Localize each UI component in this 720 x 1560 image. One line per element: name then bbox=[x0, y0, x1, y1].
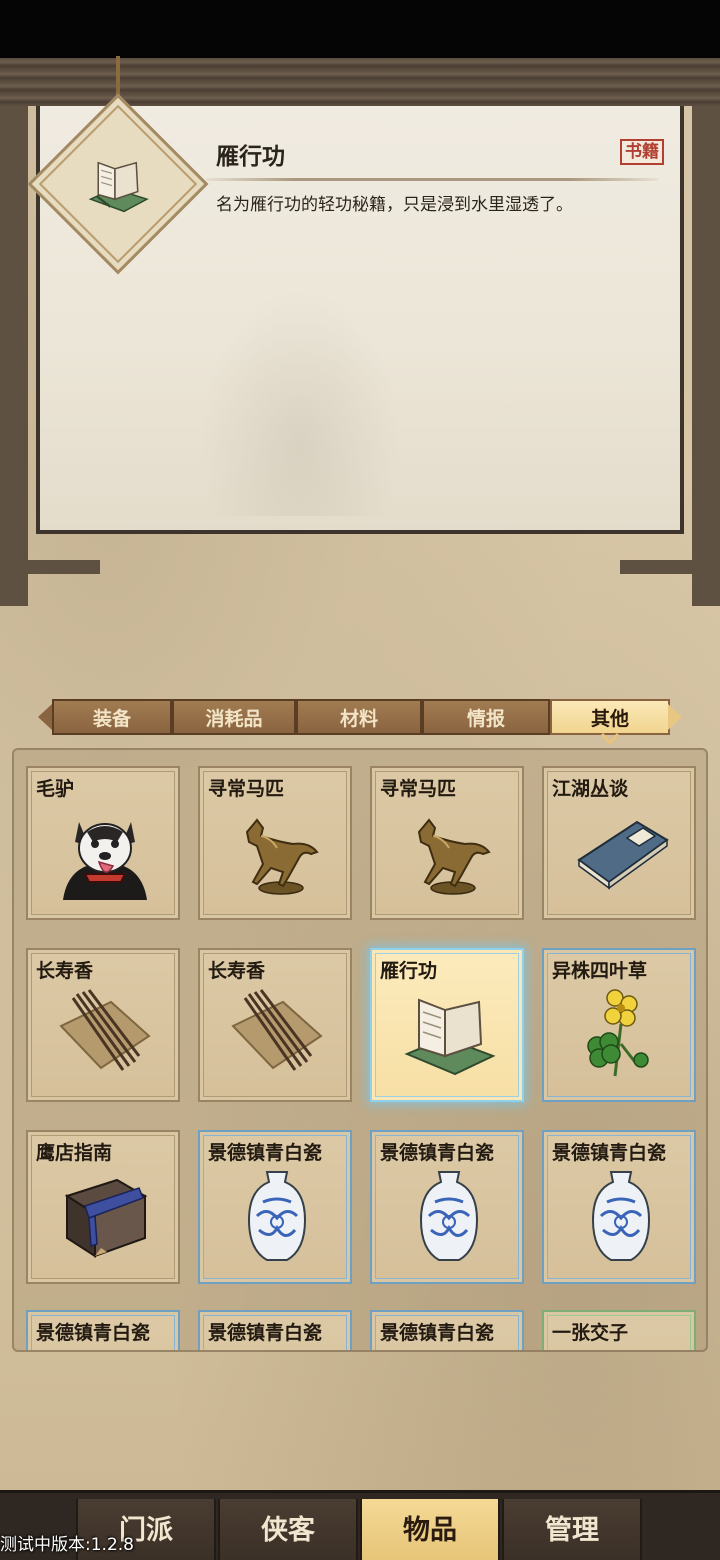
bronze-horse-icon bbox=[245, 818, 319, 895]
item-name: 雁行功 bbox=[380, 960, 438, 982]
blue-book-icon bbox=[577, 820, 669, 890]
inventory-slot[interactable]: 异株四叶草 bbox=[542, 948, 696, 1102]
inventory-slot[interactable]: 景德镇青白瓷 bbox=[198, 1130, 352, 1284]
item-name: 江湖丛谈 bbox=[552, 778, 629, 800]
clover-icon bbox=[587, 989, 649, 1077]
item-name: 景德镇青白瓷 bbox=[380, 1142, 495, 1164]
lattice-right bbox=[698, 250, 720, 410]
inventory-slot[interactable]: 江湖丛谈 bbox=[542, 766, 696, 920]
inventory-slot[interactable]: 寻常马匹 bbox=[370, 766, 524, 920]
item-name: 寻常马匹 bbox=[208, 778, 285, 800]
roof-beam bbox=[0, 58, 720, 106]
inventory-slot[interactable]: 长寿香 bbox=[26, 948, 180, 1102]
porcelain-vase-icon bbox=[591, 1171, 651, 1261]
tab-intel[interactable]: 情报 bbox=[422, 699, 550, 735]
bronze-horse-icon bbox=[417, 818, 491, 895]
item-name: 异株四叶草 bbox=[552, 960, 648, 982]
version-label: 测试中版本:1.2.8 bbox=[0, 1535, 134, 1555]
incense-icon bbox=[231, 989, 323, 1071]
tab-equipment[interactable]: 装备 bbox=[52, 699, 172, 735]
book-icon bbox=[88, 161, 149, 213]
guidebook-icon bbox=[64, 1178, 148, 1258]
item-description: 名为雁行功的轻功秘籍，只是浸到水里湿透了。 bbox=[216, 195, 573, 215]
porcelain-vase-icon bbox=[419, 1171, 479, 1261]
item-name: 鹰店指南 bbox=[36, 1142, 113, 1164]
nav-heroes[interactable]: 侠客 bbox=[218, 1499, 358, 1560]
open-book-icon bbox=[404, 998, 496, 1076]
incense-icon bbox=[59, 989, 151, 1071]
nav-items[interactable]: 物品 bbox=[360, 1499, 500, 1560]
inventory-slot[interactable]: 景德镇青白瓷 bbox=[370, 1310, 524, 1350]
item-name: 毛驴 bbox=[36, 778, 75, 800]
item-name: 长寿香 bbox=[36, 960, 94, 982]
item-name: 景德镇青白瓷 bbox=[36, 1322, 151, 1344]
item-name: 寻常马匹 bbox=[380, 778, 457, 800]
inventory-slot[interactable]: 长寿香 bbox=[198, 948, 352, 1102]
active-tab-pointer-icon bbox=[600, 733, 620, 745]
husky-donkey-icon bbox=[63, 822, 147, 900]
tab-scroll-right-arrow bbox=[668, 704, 682, 730]
tab-consumables[interactable]: 消耗品 bbox=[172, 699, 296, 735]
item-name: 景德镇青白瓷 bbox=[208, 1322, 323, 1344]
inventory-slot[interactable]: 景德镇青白瓷 bbox=[370, 1130, 524, 1284]
frame-bracket-right bbox=[620, 560, 720, 574]
lattice-left bbox=[0, 250, 22, 410]
inventory-slot[interactable]: 鹰店指南 bbox=[26, 1130, 180, 1284]
inventory-slot[interactable]: 一张交子 bbox=[542, 1310, 696, 1350]
inventory-slot[interactable]: 寻常马匹 bbox=[198, 766, 352, 920]
inventory-slot[interactable]: 景德镇青白瓷 bbox=[198, 1310, 352, 1350]
inventory-slot[interactable]: 毛驴 bbox=[26, 766, 180, 920]
frame-bracket-left bbox=[0, 560, 100, 574]
inventory-grid: 毛驴 寻常马匹 寻常马匹 江湖丛谈 长寿香 长寿香 雁行功 异株四叶草 鹰店指南… bbox=[12, 748, 708, 1352]
category-tabs: 装备 消耗品 材料 情报 其他 bbox=[38, 699, 682, 735]
item-name: 长寿香 bbox=[208, 960, 266, 982]
nav-manage[interactable]: 管理 bbox=[502, 1499, 642, 1560]
tab-other[interactable]: 其他 bbox=[550, 699, 670, 735]
item-name: 景德镇青白瓷 bbox=[380, 1322, 495, 1344]
item-name: 一张交子 bbox=[552, 1322, 629, 1344]
item-title: 雁行功 bbox=[216, 144, 285, 170]
inventory-slot[interactable]: 景德镇青白瓷 bbox=[542, 1130, 696, 1284]
title-divider bbox=[206, 178, 658, 181]
item-name: 景德镇青白瓷 bbox=[208, 1142, 323, 1164]
tab-materials[interactable]: 材料 bbox=[296, 699, 422, 735]
inventory-slot[interactable]: 景德镇青白瓷 bbox=[26, 1310, 180, 1350]
item-name: 景德镇青白瓷 bbox=[552, 1142, 667, 1164]
category-tag: 书籍 bbox=[620, 139, 664, 165]
inventory-slot-selected[interactable]: 雁行功 bbox=[370, 948, 524, 1102]
status-bar bbox=[0, 0, 720, 58]
porcelain-vase-icon bbox=[247, 1171, 307, 1261]
